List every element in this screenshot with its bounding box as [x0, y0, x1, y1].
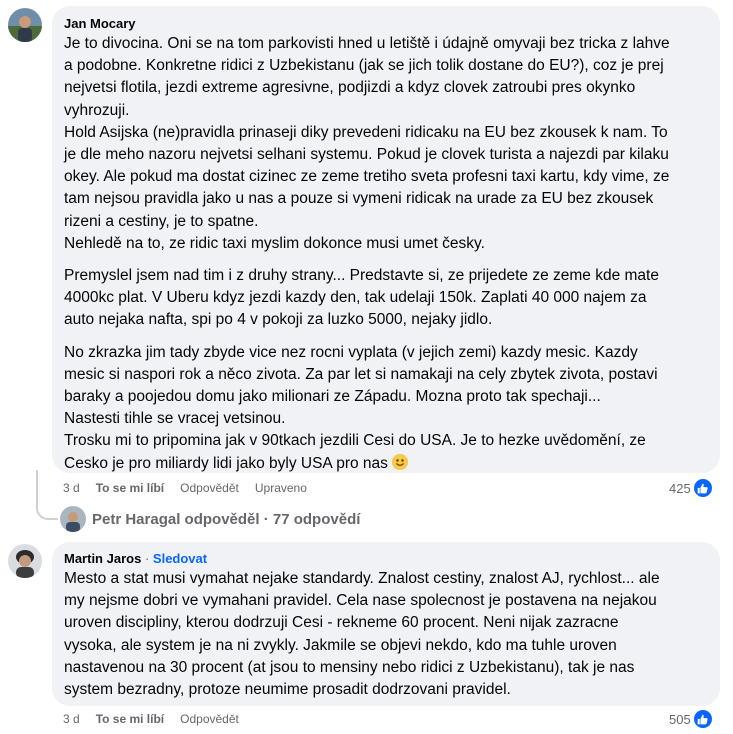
thread-connector: [36, 470, 58, 520]
text-line: Premyslel jsem nad tim i z druhy strany.…: [64, 267, 659, 285]
text-line: uroven discipliny, kterou dodrzuji Cesi …: [64, 614, 619, 632]
comment-author[interactable]: Martin Jaros: [64, 551, 141, 566]
comment-time[interactable]: 3 d: [63, 481, 80, 495]
edited-label: Upraveno: [254, 481, 307, 495]
text-line: tam nejsou pravidla jako u nas a pouze s…: [64, 190, 654, 208]
comment-text: Mesto a stat musi vymahat nejake standar…: [64, 568, 660, 701]
text-line: nejvetsi flotila, jezdi extreme agresivn…: [64, 79, 636, 97]
text-line: nastavenou na 30 procent (at jsou to men…: [64, 658, 635, 676]
reaction-summary[interactable]: 505: [669, 710, 712, 728]
avatar-photo: [8, 544, 42, 578]
paragraph: No zkrazka jim tady zbyde vice nez rocni…: [64, 342, 670, 475]
text-line: Mesto a stat musi vymahat nejake standar…: [64, 570, 660, 587]
text-line: je dle meho nazoru nejvetsi selhani syst…: [64, 146, 669, 164]
comment-time[interactable]: 3 d: [63, 712, 80, 726]
reaction-count: 425: [669, 480, 691, 496]
comment-bubble: Jan Mocary Je to divocina. Oni se na tom…: [52, 6, 720, 473]
replies-summary[interactable]: Petr Haragal odpověděl · 77 odpovědí: [60, 506, 360, 532]
avatar-jan-mocary[interactable]: [8, 8, 42, 42]
text-line: Nastesti tihle se vracej vetsinou.: [64, 410, 286, 428]
reaction-count: 505: [669, 711, 691, 727]
paragraph: Je to divocina. Oni se na tom parkovisti…: [64, 33, 670, 255]
thumbs-up-icon: [693, 710, 712, 728]
paragraph: Premyslel jsem nad tim i z druhy strany.…: [64, 265, 670, 332]
follow-button[interactable]: Sledovat: [153, 551, 207, 566]
text-line: my nejsme dobri ve vymahani pravidel. Ce…: [64, 592, 657, 610]
thumbs-up-icon: [693, 479, 712, 497]
avatar-petr-haragal: [60, 506, 86, 532]
text-line: rizeni a cestiny, je to spatne.: [64, 212, 259, 230]
text-line: baraky a poojedou domu jako milionari ze…: [64, 388, 601, 406]
like-button[interactable]: To se mi líbí: [96, 481, 164, 495]
comment-bubble: Martin Jaros · Sledovat Mesto a stat mus…: [52, 542, 720, 706]
text-line: mesic si naspori rok a něco zivota. Za p…: [64, 365, 658, 383]
separator-dot: ·: [144, 551, 150, 566]
avatar-photo: [8, 8, 42, 42]
like-button[interactable]: To se mi líbí: [96, 712, 164, 726]
text-line: vyhrozuji.: [64, 101, 130, 119]
comment-author-line: Martin Jaros · Sledovat: [64, 550, 207, 567]
reply-button[interactable]: Odpovědět: [180, 481, 239, 495]
text-line: Je to divocina. Oni se na tom parkovisti…: [64, 35, 670, 52]
text-line: Nehledě na to, ze ridic taxi myslim doko…: [64, 234, 485, 252]
comment-actions: 3 d To se mi líbí Odpovědět: [63, 712, 255, 726]
avatar-martin-jaros[interactable]: [8, 544, 42, 578]
reply-button[interactable]: Odpovědět: [180, 712, 239, 726]
text-line: Cesko je pro miliardy lidi jako byly USA…: [64, 453, 670, 475]
text-line: system bezradny, protoze neumime prosadi…: [64, 681, 511, 699]
replies-summary-text: Petr Haragal odpověděl · 77 odpovědí: [92, 510, 361, 528]
text-line: No zkrazka jim tady zbyde vice nez rocni…: [64, 343, 638, 361]
text-line: okey. Ale pokud ma dostat cizinec ze zem…: [64, 168, 670, 186]
reaction-summary[interactable]: 425: [669, 479, 712, 497]
comment-actions: 3 d To se mi líbí Odpovědět Upraveno: [63, 481, 323, 495]
text-line: vysoka, ale system je na ni zvykly. Jakm…: [64, 636, 617, 654]
text-line: auto nejaka nafta, spi po 4 v pokoji za …: [64, 311, 493, 329]
smiley-emoji-icon: [392, 453, 409, 470]
text-line: Trosku mi to pripomina jak v 90tkach jez…: [64, 432, 646, 450]
text-line: a podobne. Konkretne ridici z Uzbekistan…: [64, 57, 664, 75]
comment-author[interactable]: Jan Mocary: [64, 15, 136, 32]
text-line: Hold Asijska (ne)pravidla prinaseji diky…: [64, 123, 668, 141]
text-line: 4000kc plat. V Uberu kdyz jezdi kazdy de…: [64, 289, 647, 307]
comment-text: Je to divocina. Oni se na tom parkovisti…: [64, 33, 670, 475]
